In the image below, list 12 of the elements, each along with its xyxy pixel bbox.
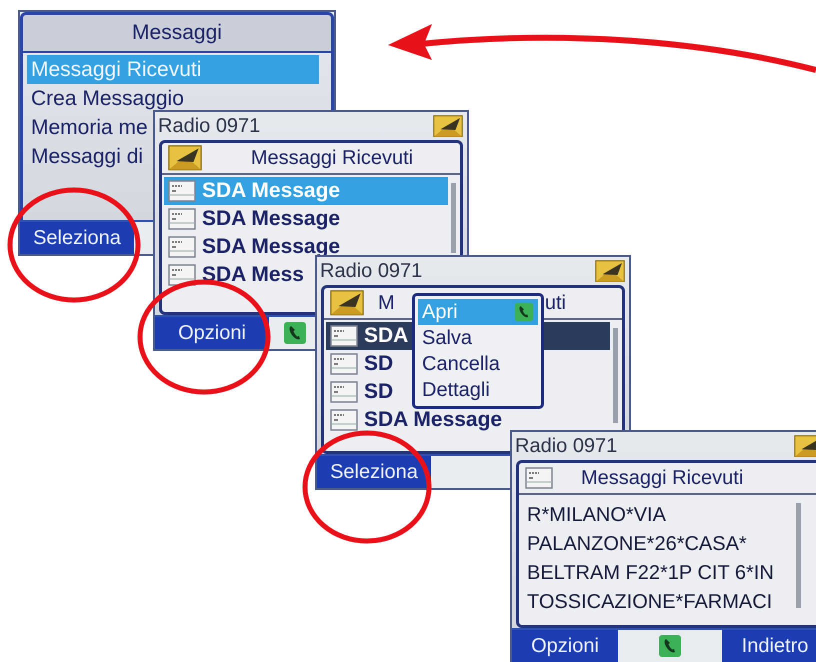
panel-title: M (378, 292, 395, 314)
panel-title: Messaggi Ricevuti (581, 466, 744, 490)
message-text-line: PALANZONE*26*CASA* (526, 532, 748, 557)
header-text: Radio 0971 (158, 114, 260, 138)
panel-title: Messaggi Ricevuti (250, 146, 414, 170)
screen-title: Messaggi (132, 21, 222, 45)
header-text: Radio 0971 (320, 260, 422, 282)
message-text-line: BELTRAM F22*1P CIT 6*IN (526, 561, 775, 586)
panel-title: uti (544, 292, 566, 314)
message-text-line: TOSSICAZIONE*FARMACI (526, 590, 774, 615)
header-text: Radio 0971 (515, 434, 618, 458)
message-text-line: R*MILANO*VIA (526, 503, 667, 528)
